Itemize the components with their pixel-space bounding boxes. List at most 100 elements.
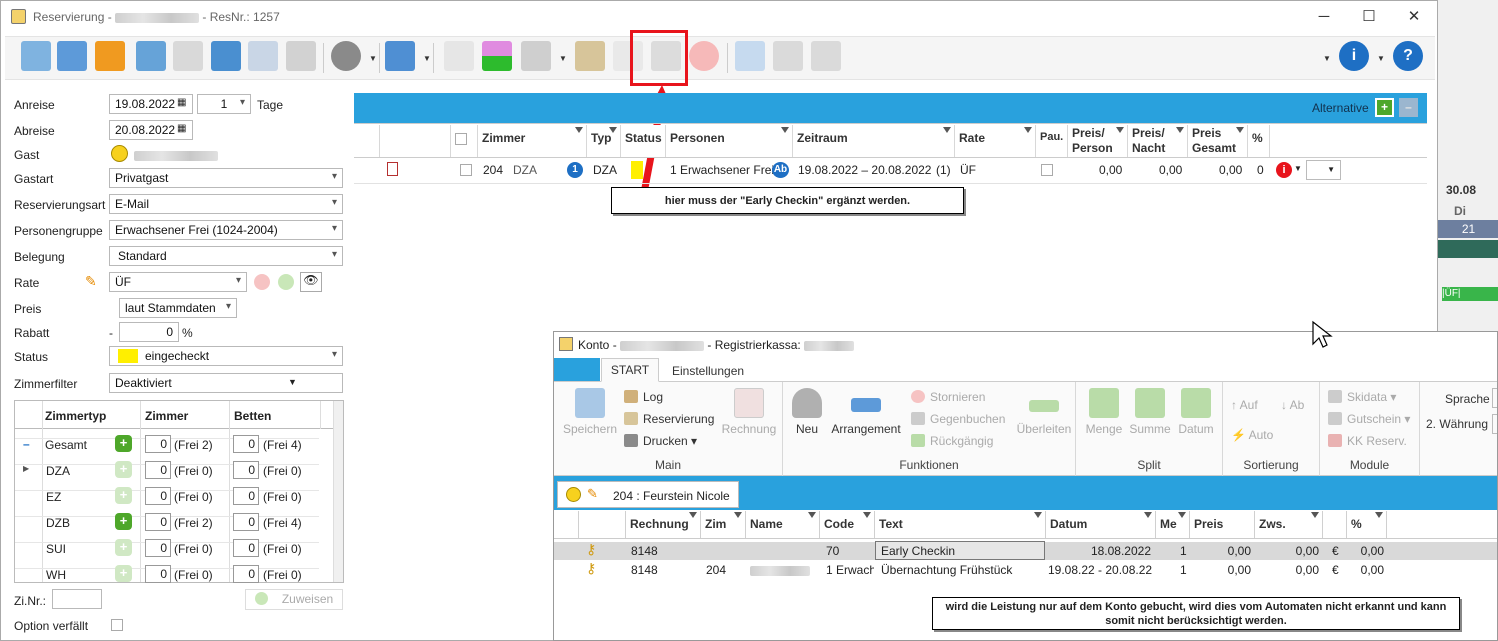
column-header-me[interactable]: Me: [1156, 511, 1190, 538]
column-header-preis-nacht[interactable]: Preis/ Nacht: [1128, 125, 1188, 157]
column-header-text[interactable]: Text: [875, 511, 1046, 538]
column-header-typ[interactable]: Typ: [587, 125, 621, 157]
column-header-preis[interactable]: Preis: [1190, 511, 1255, 538]
chevron-down-icon[interactable]: ▼: [423, 54, 431, 63]
personengruppe-select[interactable]: Erwachsener Frei (1024-2004): [109, 220, 343, 240]
column-header[interactable]: Betten: [234, 409, 271, 423]
pause-checkbox[interactable]: [1041, 164, 1053, 176]
grid-icon[interactable]: [95, 41, 125, 71]
tab-einstellungen[interactable]: Einstellungen: [672, 364, 744, 378]
reservierungsart-select[interactable]: E-Mail: [109, 194, 343, 214]
add-room-button[interactable]: +: [115, 565, 132, 582]
ueberleiten-button[interactable]: Überleiten: [1015, 388, 1073, 436]
betten-count-field[interactable]: 0: [233, 565, 259, 583]
chevron-down-icon[interactable]: ▼: [1377, 54, 1385, 63]
column-header-code[interactable]: Code: [820, 511, 875, 538]
cell-rechnung[interactable]: 8148: [631, 563, 658, 577]
guest-icon[interactable]: [136, 41, 166, 71]
copy-icon[interactable]: [57, 41, 87, 71]
arrangement-button[interactable]: Arrangement: [829, 388, 903, 436]
rechnung-button[interactable]: Rechnung: [720, 388, 778, 436]
chevron-down-icon[interactable]: ▼: [1323, 54, 1331, 63]
column-header-rechnung[interactable]: Rechnung: [626, 511, 701, 538]
settings-gear-icon[interactable]: [331, 41, 361, 71]
save-icon[interactable]: [21, 41, 51, 71]
cell-me[interactable]: 1: [1180, 544, 1187, 558]
sort-ab-button[interactable]: ↓ Ab: [1281, 398, 1304, 412]
remove-icon[interactable]: [689, 41, 719, 71]
sprache-select[interactable]: [1492, 388, 1497, 408]
row-extra-select[interactable]: ▼: [1306, 160, 1341, 180]
kk-reserv-button[interactable]: KK Reserv.: [1328, 434, 1407, 448]
cell-rechnung[interactable]: 8148: [631, 544, 658, 558]
room-type-cell[interactable]: WH: [46, 568, 66, 582]
cell-zeitraum[interactable]: 19.08.2022 – 20.08.2022: [798, 163, 931, 177]
room-badge[interactable]: 1: [567, 162, 583, 178]
help-icon[interactable]: ?: [1393, 41, 1423, 71]
document-check-icon[interactable]: [248, 41, 278, 71]
pencil-icon[interactable]: ✎: [587, 486, 598, 502]
log-button[interactable]: Log: [624, 390, 663, 404]
cell-rate[interactable]: ÜF: [960, 163, 976, 177]
chevron-down-icon[interactable]: ▼: [369, 54, 377, 63]
rueckgaengig-button[interactable]: Rückgängig: [911, 434, 993, 448]
column-header-zimmer[interactable]: Zimmer: [478, 125, 587, 157]
cell-text[interactable]: Early Checkin: [881, 544, 955, 558]
bed-icon[interactable]: [444, 41, 474, 71]
zuweisen-button[interactable]: Zuweisen: [245, 589, 343, 610]
chevron-down-icon[interactable]: ▼: [559, 54, 567, 63]
room-type-cell[interactable]: SUI: [46, 542, 66, 556]
cell-preis[interactable]: 0,00: [1194, 563, 1251, 577]
scrollbar[interactable]: [333, 401, 343, 582]
document-icon[interactable]: [387, 162, 398, 176]
column-header-datum[interactable]: Datum: [1046, 511, 1156, 538]
cell-datum[interactable]: 19.08.22 - 20.08.22: [1048, 563, 1152, 577]
summe-button[interactable]: Summe: [1128, 388, 1172, 436]
column-header-pause[interactable]: Pau.: [1036, 125, 1068, 157]
column-header-preis-person[interactable]: Preis/ Person: [1068, 125, 1128, 157]
info-icon[interactable]: i: [1339, 41, 1369, 71]
add-room-button[interactable]: +: [115, 435, 132, 452]
speichern-button[interactable]: Speichern: [562, 388, 618, 436]
option-checkbox[interactable]: [111, 619, 123, 631]
close-icon[interactable]: ✕: [1399, 7, 1429, 27]
betten-count-field[interactable]: 0: [233, 461, 259, 479]
columns-icon[interactable]: [385, 41, 415, 71]
collapse-icon[interactable]: –: [23, 437, 30, 451]
zimmer-count-field[interactable]: 0: [145, 435, 171, 453]
cell-zim[interactable]: 204: [706, 563, 726, 577]
column-header-currency[interactable]: [1323, 511, 1347, 538]
column-header-zim[interactable]: Zim: [701, 511, 746, 538]
room-type-cell[interactable]: Gesamt: [45, 438, 87, 452]
book-icon[interactable]: [575, 41, 605, 71]
room-type-cell[interactable]: EZ: [46, 490, 61, 504]
sort-auto-button[interactable]: ⚡ Auto: [1231, 428, 1273, 442]
cell-text[interactable]: Übernachtung Frühstück: [881, 563, 1012, 577]
column-header[interactable]: Zimmertyp: [45, 409, 106, 423]
room-type-cell[interactable]: DZA: [46, 464, 70, 478]
zimmer-count-field[interactable]: 0: [145, 487, 171, 505]
zimmer-count-field[interactable]: 0: [145, 539, 171, 557]
edit-document-icon[interactable]: [286, 41, 316, 71]
skidata-button[interactable]: Skidata ▾: [1328, 390, 1396, 404]
cell-me[interactable]: 1: [1180, 563, 1187, 577]
datum-button[interactable]: Datum: [1174, 388, 1218, 436]
zimmer-count-field[interactable]: 0: [145, 513, 171, 531]
column-header-personen[interactable]: Personen: [666, 125, 793, 157]
add-alternative-button[interactable]: +: [1375, 98, 1394, 117]
row-checkbox[interactable]: [460, 164, 472, 176]
menge-button[interactable]: Menge: [1082, 388, 1126, 436]
rate-select[interactable]: ÜF: [109, 272, 247, 292]
zinr-field[interactable]: [52, 589, 102, 609]
cell-preis[interactable]: 0,00: [1194, 544, 1251, 558]
file-tab[interactable]: [554, 358, 600, 381]
sort-auf-button[interactable]: ↑ Auf: [1231, 398, 1258, 412]
add-rate-icon[interactable]: [278, 274, 294, 290]
betten-count-field[interactable]: 0: [233, 487, 259, 505]
cell-zimmer[interactable]: 204: [483, 163, 503, 177]
drucken-button[interactable]: Drucken ▾: [624, 434, 697, 448]
column-header-zeitraum[interactable]: Zeitraum: [793, 125, 955, 157]
rabatt-field[interactable]: 0: [119, 322, 179, 342]
column-header-zws[interactable]: Zws.: [1255, 511, 1323, 538]
add-room-button[interactable]: +: [115, 539, 132, 556]
